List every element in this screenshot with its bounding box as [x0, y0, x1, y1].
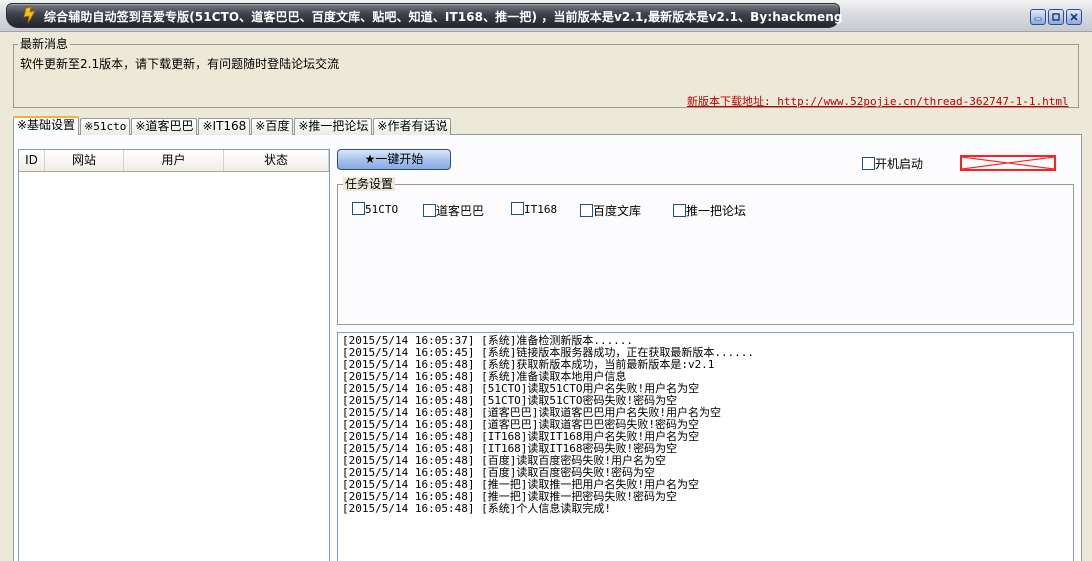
download-link-label: 新版本下载地址:	[687, 95, 771, 108]
task-label-it168: IT168	[524, 203, 558, 216]
task-settings-legend: 任务设置	[343, 177, 396, 191]
one-click-start-button[interactable]: ★一键开始	[337, 149, 451, 170]
window-title: 综合辅助自动签到吾爱专版(51CTO、道客巴巴、百度文库、贴吧、知道、IT168…	[44, 10, 843, 24]
download-link[interactable]: 新版本下载地址: http://www.52pojie.cn/thread-36…	[687, 93, 1069, 109]
download-link-url: http://www.52pojie.cn/thread-362747-1-1.…	[777, 95, 1069, 108]
tab-it168[interactable]: ※IT168	[198, 118, 251, 135]
task-checkbox-doc88[interactable]: 道客巴巴	[423, 202, 484, 219]
column-header-id[interactable]: ID	[19, 150, 45, 171]
tab-basic-settings[interactable]: ※基础设置	[13, 116, 80, 135]
tab-51cto-label: ※51cto	[84, 120, 127, 133]
minimize-icon	[1034, 17, 1042, 21]
autostart-checkbox[interactable]: 开机启动	[862, 155, 923, 172]
task-checkbox-it168[interactable]: IT168	[511, 202, 557, 216]
tab-bar: ※基础设置 ※51cto ※道客巴巴 ※IT168 ※百度 ※推一把论坛 ※作者…	[13, 116, 452, 135]
task-checkbox-tuiyiba-forum-box[interactable]	[673, 204, 686, 217]
task-label-tuiyiba-forum: 推一把论坛	[686, 204, 747, 218]
task-checkbox-baidu-wenku-box[interactable]	[580, 204, 593, 217]
account-table[interactable]: ID 网站 用户 状态	[18, 149, 330, 561]
autostart-checkbox-box[interactable]	[862, 157, 875, 170]
close-button[interactable]	[1066, 9, 1082, 25]
tab-doc88[interactable]: ※道客巴巴	[131, 118, 198, 135]
status-indicator-cross-icon	[960, 155, 1056, 171]
news-message: 软件更新至2.1版本，请下载更新，有问题随时登陆论坛交流	[20, 57, 340, 71]
task-checkbox-tuiyiba-forum[interactable]: 推一把论坛	[673, 202, 746, 219]
minimize-button[interactable]	[1030, 9, 1046, 25]
tab-author-notes[interactable]: ※作者有话说	[373, 118, 452, 135]
maximize-button[interactable]	[1048, 9, 1064, 25]
log-line: [2015/5/14 16:05:48] [系统]个人信息读取完成!	[342, 502, 611, 515]
account-table-header: ID 网站 用户 状态	[19, 150, 329, 172]
task-checkbox-it168-box[interactable]	[511, 202, 524, 215]
task-label-baidu-wenku: 百度文库	[593, 204, 642, 218]
column-header-user[interactable]: 用户	[124, 150, 224, 171]
tab-baidu[interactable]: ※百度	[251, 118, 294, 135]
task-checkbox-baidu-wenku[interactable]: 百度文库	[580, 202, 641, 219]
task-label-51cto: 51CTO	[365, 203, 399, 216]
tab-51cto[interactable]: ※51cto	[80, 118, 131, 135]
log-output[interactable]: [2015/5/14 16:05:37] [系统]准备检测新版本...... […	[337, 332, 1074, 561]
news-legend: 最新消息	[18, 37, 71, 51]
sun-app-icon	[23, 6, 36, 24]
autostart-label: 开机启动	[875, 157, 924, 171]
task-checkbox-51cto[interactable]: 51CTO	[352, 202, 398, 216]
task-checkbox-51cto-box[interactable]	[352, 202, 365, 215]
close-icon	[1070, 13, 1078, 21]
title-bar[interactable]: 综合辅助自动签到吾爱专版(51CTO、道客巴巴、百度文库、贴吧、知道、IT168…	[0, 0, 1092, 32]
task-checkbox-doc88-box[interactable]	[423, 204, 436, 217]
tab-tuiyiba-forum[interactable]: ※推一把论坛	[294, 118, 373, 135]
task-label-doc88: 道客巴巴	[436, 204, 485, 218]
column-header-site[interactable]: 网站	[45, 150, 124, 171]
maximize-icon	[1052, 13, 1060, 21]
column-header-status[interactable]: 状态	[224, 150, 329, 171]
